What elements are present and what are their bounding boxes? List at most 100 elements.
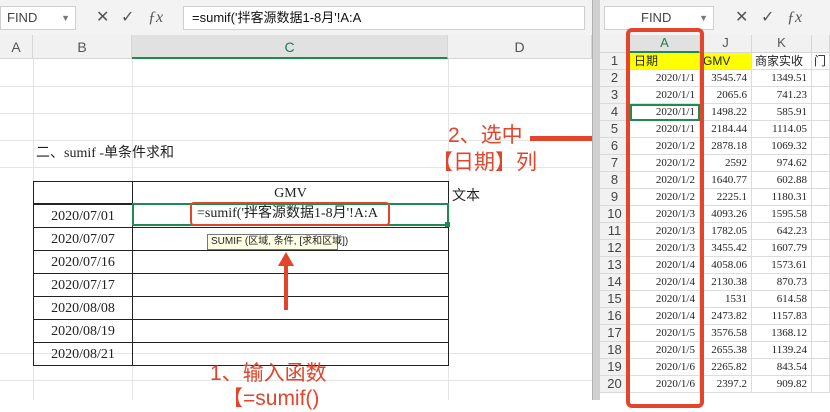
merchant-income-cell[interactable]: 1573.61 [752, 257, 812, 274]
merchant-income-cell[interactable]: 741.23 [752, 87, 812, 104]
annotation-step1-detail: 【=sumif() [222, 387, 320, 410]
gmv-cell[interactable]: 2592 [700, 155, 752, 172]
store-cell[interactable] [812, 70, 830, 87]
store-cell[interactable] [812, 274, 830, 291]
date-cell[interactable]: 2020/07/16 [33, 250, 133, 274]
gmv-cell[interactable]: 3455.42 [700, 240, 752, 257]
store-cell[interactable] [812, 308, 830, 325]
section-title: 二、sumif -单条件求和 [36, 146, 175, 161]
table-header-gmv[interactable]: GMV [132, 181, 449, 204]
store-cell[interactable] [812, 342, 830, 359]
table-header-blank[interactable] [33, 181, 133, 204]
merchant-income-cell[interactable]: 1607.79 [752, 240, 812, 257]
merchant-income-cell[interactable]: 1180.31 [752, 189, 812, 206]
left-formula-bar: FIND ▼ ✕ ✓ ƒx =sumif('拌客源数据1-8月'!A:A [0, 0, 592, 36]
gmv-cell[interactable]: 2878.18 [700, 138, 752, 155]
store-cell[interactable] [812, 104, 830, 121]
date-cell[interactable]: 2020/08/21 [33, 342, 133, 366]
left-formula-text: =sumif('拌客源数据1-8月'!A:A [192, 10, 362, 25]
merchant-income-cell[interactable]: 1595.58 [752, 206, 812, 223]
store-cell[interactable] [812, 87, 830, 104]
chevron-down-icon[interactable]: ▼ [61, 7, 70, 29]
date-cell[interactable]: 2020/07/01 [33, 204, 133, 228]
chevron-down-icon[interactable]: ▼ [699, 7, 708, 29]
right-column-header-k[interactable]: K [752, 35, 812, 53]
merchant-income-cell[interactable]: 602.88 [752, 172, 812, 189]
merchant-income-cell[interactable]: 909.82 [752, 376, 812, 393]
right-column-header-j[interactable]: J [700, 35, 752, 53]
gmv-cell[interactable]: 2265.82 [700, 359, 752, 376]
merchant-income-cell[interactable]: 1139.24 [752, 342, 812, 359]
merchant-income-cell[interactable]: 843.54 [752, 359, 812, 376]
merchant-income-cell[interactable]: 614.58 [752, 291, 812, 308]
cancel-icon[interactable]: ✕ [735, 8, 748, 28]
date-cell[interactable]: 2020/08/19 [33, 319, 133, 343]
gmv-cell[interactable]: 2225.1 [700, 189, 752, 206]
merchant-income-cell[interactable]: 1157.83 [752, 308, 812, 325]
left-name-box-value: FIND [7, 10, 38, 25]
selected-date-column[interactable] [626, 28, 704, 408]
date-cell[interactable]: 2020/07/17 [33, 273, 133, 297]
right-column-header-extra[interactable] [812, 35, 830, 53]
gmv-cell[interactable]: 2065.6 [700, 87, 752, 104]
left-formula-input[interactable]: =sumif('拌客源数据1-8月'!A:A [183, 6, 585, 30]
merchant-income-cell[interactable]: 1069.32 [752, 138, 812, 155]
fill-handle[interactable] [445, 222, 450, 227]
store-cell[interactable] [812, 257, 830, 274]
column-header-a[interactable]: A [0, 35, 33, 59]
gmv-value-cell[interactable] [132, 319, 449, 343]
column-header-b[interactable]: B [33, 35, 132, 59]
function-icon[interactable]: ƒx [148, 8, 163, 28]
column-header-d[interactable]: D [448, 35, 592, 59]
merchant-income-cell[interactable]: 870.73 [752, 274, 812, 291]
gmv-cell[interactable]: 3545.74 [700, 70, 752, 87]
gmv-cell[interactable]: 1782.05 [700, 223, 752, 240]
gmv-cell[interactable]: 4058.06 [700, 257, 752, 274]
store-cell[interactable] [812, 359, 830, 376]
side-label[interactable]: 文本 [452, 185, 480, 205]
active-cell-formula-box[interactable]: =sumif('拌客源数据1-8月'!A:A [190, 202, 390, 226]
annotation-step2-detail: 【日期】列 [432, 151, 537, 174]
date-cell[interactable]: 2020/07/07 [33, 227, 133, 251]
gmv-cell[interactable]: 1498.22 [700, 104, 752, 121]
header-gmv[interactable]: GMV [700, 53, 752, 70]
merchant-income-cell[interactable]: 1368.12 [752, 325, 812, 342]
gmv-cell[interactable]: 2655.38 [700, 342, 752, 359]
right-name-box-value: FIND [641, 10, 672, 25]
store-cell[interactable] [812, 206, 830, 223]
date-cell[interactable]: 2020/08/08 [33, 296, 133, 320]
gmv-cell[interactable]: 2473.82 [700, 308, 752, 325]
merchant-income-cell[interactable]: 1349.51 [752, 70, 812, 87]
confirm-icon[interactable]: ✓ [121, 8, 134, 28]
gmv-cell[interactable]: 2184.44 [700, 121, 752, 138]
gmv-cell[interactable]: 4093.26 [700, 206, 752, 223]
header-merchant-income[interactable]: 商家实收 [752, 53, 812, 70]
gmv-cell[interactable]: 2130.38 [700, 274, 752, 291]
column-header-c[interactable]: C [132, 35, 448, 59]
confirm-icon[interactable]: ✓ [761, 8, 774, 28]
merchant-income-cell[interactable]: 1114.05 [752, 121, 812, 138]
merchant-income-cell[interactable]: 642.23 [752, 223, 812, 240]
left-column-headers: A B C D [0, 35, 592, 59]
header-store[interactable]: 门店 [812, 53, 830, 70]
store-cell[interactable] [812, 291, 830, 308]
gmv-cell[interactable]: 1640.77 [700, 172, 752, 189]
store-cell[interactable] [812, 121, 830, 138]
store-cell[interactable] [812, 172, 830, 189]
store-cell[interactable] [812, 189, 830, 206]
store-cell[interactable] [812, 138, 830, 155]
right-name-box[interactable]: FIND ▼ [604, 6, 714, 30]
gmv-cell[interactable]: 2397.2 [700, 376, 752, 393]
store-cell[interactable] [812, 376, 830, 393]
store-cell[interactable] [812, 155, 830, 172]
store-cell[interactable] [812, 240, 830, 257]
gmv-cell[interactable]: 1531 [700, 291, 752, 308]
store-cell[interactable] [812, 325, 830, 342]
merchant-income-cell[interactable]: 974.62 [752, 155, 812, 172]
function-icon[interactable]: ƒx [787, 8, 802, 28]
store-cell[interactable] [812, 223, 830, 240]
left-name-box[interactable]: FIND ▼ [0, 6, 76, 30]
gmv-cell[interactable]: 3576.58 [700, 325, 752, 342]
cancel-icon[interactable]: ✕ [96, 8, 109, 28]
merchant-income-cell[interactable]: 585.91 [752, 104, 812, 121]
